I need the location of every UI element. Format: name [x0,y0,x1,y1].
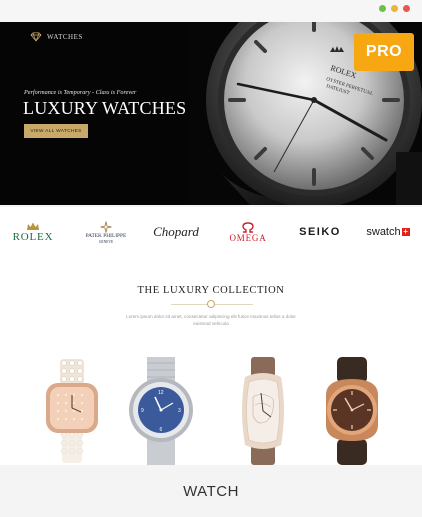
brand-patek-sublabel: GENEVE [98,239,114,244]
collection-title: THE LUXURY COLLECTION [137,285,285,296]
divider-ornament-icon [207,300,215,308]
omega-symbol-icon [242,221,254,233]
watch-icon [242,357,284,465]
brand-chopard-label: Chopard [153,224,199,239]
collection-description: Lorem ipsum dolor sit amet, consectetur … [126,314,296,326]
calatrava-cross-icon [100,220,112,233]
green-window-dot-icon [379,5,386,12]
collection-section: THE LUXURY COLLECTION Lorem ipsum dolor … [0,257,422,465]
brand-omega[interactable]: OMEGA [222,207,274,257]
product-blue-dial-steel-watch[interactable]: 12 3 6 9 [121,357,201,465]
red-window-dot-icon [403,5,410,12]
brand-rolex[interactable]: ROLEX [8,207,58,257]
watch-icon [46,359,98,463]
brand-swatch-label: swatch [366,226,401,238]
brand-swatch[interactable]: swatch + [358,207,418,257]
svg-text:12: 12 [158,390,164,396]
diamond-icon [30,32,42,42]
template-preview-card: WATCHES Performance is Temporary - Class… [0,0,422,517]
product-tonneau-diamond-watch[interactable] [223,357,303,465]
brand-patek-philippe[interactable]: PATEK PHILIPPE GENEVE [77,207,135,257]
product-diamond-cushion-watch[interactable] [32,357,112,465]
svg-text:3: 3 [178,408,181,414]
hero-headline: LUXURY WATCHES [23,98,187,118]
svg-text:9: 9 [141,408,144,414]
swiss-cross-icon: + [401,227,410,236]
brand-chopard[interactable]: Chopard [146,207,206,257]
brand-seiko-label: SEIKO [299,226,341,238]
site-logo[interactable]: WATCHES [30,32,83,42]
view-all-watches-button[interactable]: VIEW ALL WATCHES [24,124,88,138]
yellow-window-dot-icon [391,5,398,12]
pro-badge: PRO [354,33,414,71]
logo-text: WATCHES [47,33,83,41]
svg-text:6: 6 [160,427,163,433]
crown-icon [27,222,39,230]
product-brown-dial-gold-watch[interactable] [312,357,392,465]
watch-icon [326,357,378,465]
template-name-bar: WATCH [0,465,422,517]
template-name-label: WATCH [183,482,239,500]
watch-icon: 12 3 6 9 [129,357,193,465]
brand-omega-label: OMEGA [229,232,267,243]
hero-tagline: Performance is Temporary - Class is Fore… [24,89,137,96]
brand-rolex-label: ROLEX [12,230,54,243]
preview-window-bar [0,0,422,22]
brand-seiko[interactable]: SEIKO [292,207,348,257]
brand-patek-label: PATEK PHILIPPE [85,232,127,239]
product-grid: 12 3 6 9 [0,357,422,465]
brand-logo-strip: ROLEX PATEK PHILIPPE GENEVE Chopard OMEG… [0,207,422,257]
